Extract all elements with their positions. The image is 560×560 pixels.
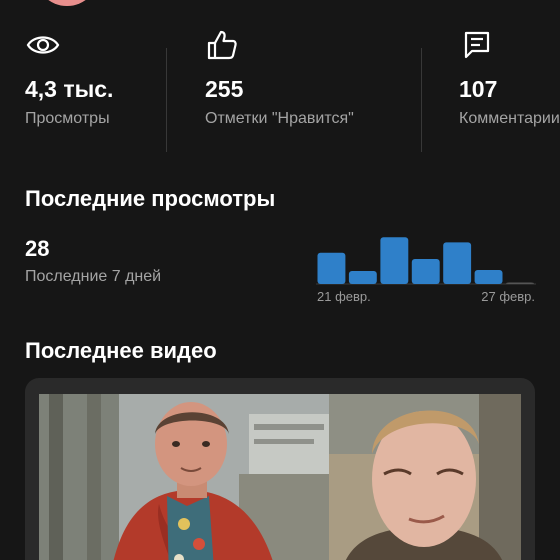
bar-chart-svg: 21 февр. 27 февр. [316,237,536,304]
recent-views-period: Последние 7 дней [25,268,162,285]
comment-icon [459,29,495,61]
latest-video-card[interactable] [25,378,535,560]
chart-bar-22 февр.[interactable] [348,271,377,284]
eye-icon [25,29,61,61]
recent-views-count: 28 [25,236,50,261]
latest-video-title: Последнее видео [25,338,217,363]
chart-bar-25 февр.[interactable] [443,242,472,284]
chart-bar-21 февр.[interactable] [317,252,346,284]
stats-row: 4,3 тыс. Просмотры 255 Отметки "Нравится… [0,22,560,152]
likes-label: Отметки "Нравится" [205,110,354,127]
views-count: 4,3 тыс. [25,76,114,102]
likes-count: 255 [205,76,244,102]
video-thumbnail[interactable] [39,394,521,560]
chart-tick-label-start: 21 февр. [317,289,371,304]
stats-divider [421,48,422,152]
stat-likes[interactable]: 255 Отметки "Нравится" [205,22,415,142]
chart-tick-label-end: 27 февр. [481,289,535,304]
chart-bar-26 февр.[interactable] [474,270,503,284]
thumbs-up-icon [205,29,241,61]
channel-avatar[interactable] [35,0,99,6]
chart-bar-27 февр.[interactable] [506,282,534,285]
channel-analytics-page: 4,3 тыс. Просмотры 255 Отметки "Нравится… [0,0,560,560]
stat-comments[interactable]: 107 Комментарии [459,22,560,142]
chart-bar-23 февр.[interactable] [380,237,409,284]
stat-views[interactable]: 4,3 тыс. Просмотры [25,22,160,142]
views-label: Просмотры [25,110,110,127]
comments-label: Комментарии [459,110,560,127]
comments-count: 107 [459,76,498,102]
chart-bar-24 февр.[interactable] [411,259,440,284]
stats-divider [166,48,167,152]
recent-views-chart[interactable]: 21 февр. 27 февр. [316,226,536,310]
recent-views-title: Последние просмотры [25,186,276,211]
